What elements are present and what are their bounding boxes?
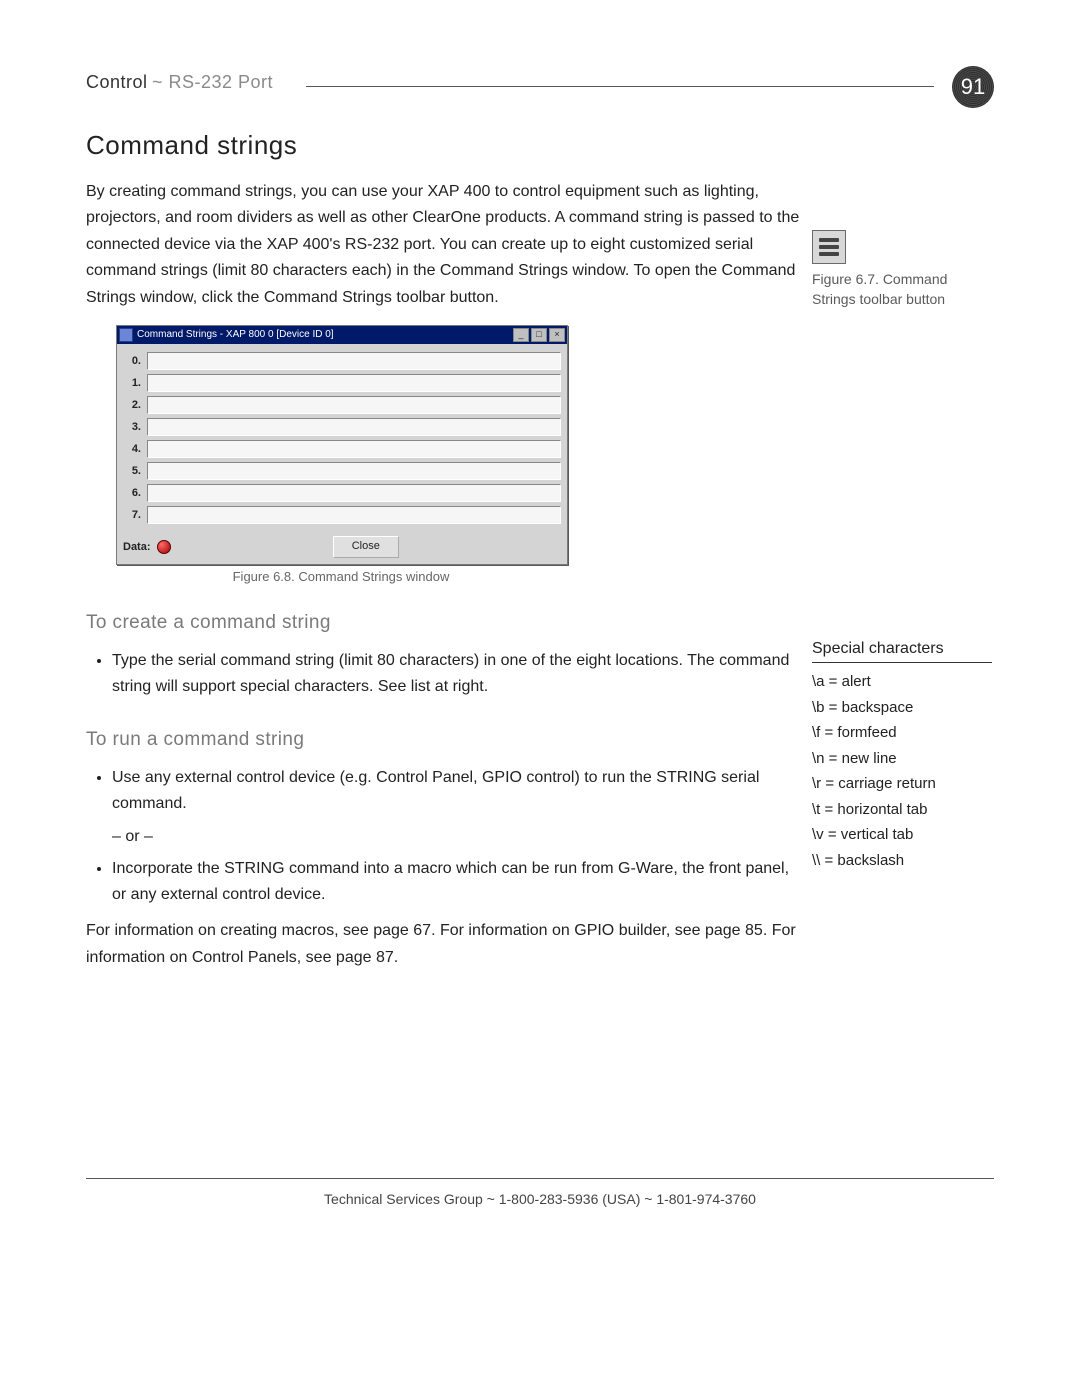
page-title: Command strings — [86, 130, 806, 161]
page-header: Control ~ RS-232 Port 91 — [86, 72, 994, 108]
header-rule — [306, 86, 934, 87]
command-row: 2. — [123, 396, 561, 414]
command-row: 5. — [123, 462, 561, 480]
command-row: 0. — [123, 352, 561, 370]
special-char-row: \t = horizontal tab — [812, 797, 992, 823]
command-row: 7. — [123, 506, 561, 524]
row-index: 3. — [123, 421, 141, 433]
data-led-icon — [157, 540, 171, 554]
window-minimize-icon[interactable]: _ — [513, 328, 529, 342]
command-row: 1. — [123, 374, 561, 392]
special-char-row: \n = new line — [812, 746, 992, 772]
window-title: Command Strings - XAP 800 0 [Device ID 0… — [137, 329, 513, 340]
command-input[interactable] — [147, 440, 561, 458]
row-index: 1. — [123, 377, 141, 389]
page-number-badge: 91 — [952, 66, 994, 108]
heading-run: To run a command string — [86, 729, 806, 751]
command-input[interactable] — [147, 396, 561, 414]
row-index: 7. — [123, 509, 141, 521]
row-index: 5. — [123, 465, 141, 477]
row-index: 6. — [123, 487, 141, 499]
figure-6-7-caption: Figure 6.7. Command Strings toolbar butt… — [812, 270, 992, 309]
command-input[interactable] — [147, 352, 561, 370]
special-char-row: \a = alert — [812, 669, 992, 695]
window-titlebar: Command Strings - XAP 800 0 [Device ID 0… — [117, 326, 567, 344]
outro-paragraph: For information on creating macros, see … — [86, 918, 806, 971]
command-input[interactable] — [147, 506, 561, 524]
breadcrumb-sub: RS-232 Port — [169, 72, 274, 92]
special-char-row: \r = carriage return — [812, 771, 992, 797]
special-char-row: \v = vertical tab — [812, 822, 992, 848]
row-index: 4. — [123, 443, 141, 455]
page-footer: Technical Services Group ~ 1-800-283-593… — [86, 1178, 994, 1207]
command-input[interactable] — [147, 484, 561, 502]
window-sys-icon — [119, 328, 133, 342]
special-char-row: \b = backspace — [812, 695, 992, 721]
command-row: 4. — [123, 440, 561, 458]
row-index: 2. — [123, 399, 141, 411]
or-separator: – or – — [112, 828, 806, 846]
figure-6-8-caption: Figure 6.8. Command Strings window — [116, 569, 566, 584]
command-input[interactable] — [147, 374, 561, 392]
special-char-row: \\ = backslash — [812, 848, 992, 874]
command-input[interactable] — [147, 418, 561, 436]
window-body: 0. 1. 2. 3. 4. 5. 6. 7. — [117, 344, 567, 530]
heading-create: To create a command string — [86, 612, 806, 634]
window-close-icon[interactable]: × — [549, 328, 565, 342]
close-button[interactable]: Close — [333, 536, 399, 558]
window-statusbar: Data: Close — [117, 530, 567, 564]
command-input[interactable] — [147, 462, 561, 480]
run-step-2: Incorporate the STRING command into a ma… — [112, 856, 806, 909]
figure-6-8: Command Strings - XAP 800 0 [Device ID 0… — [116, 325, 566, 584]
main-column: Command strings By creating command stri… — [86, 120, 806, 979]
run-step-1: Use any external control device (e.g. Co… — [112, 765, 806, 818]
command-row: 3. — [123, 418, 561, 436]
special-char-row: \f = formfeed — [812, 720, 992, 746]
intro-paragraph: By creating command strings, you can use… — [86, 179, 806, 311]
breadcrumb-sep: ~ — [152, 72, 169, 92]
breadcrumb-section: Control — [86, 72, 148, 92]
window-maximize-icon[interactable]: □ — [531, 328, 547, 342]
footer-text: Technical Services Group ~ 1-800-283-593… — [86, 1191, 994, 1207]
side-column-top: Figure 6.7. Command Strings toolbar butt… — [812, 230, 992, 309]
command-strings-window: Command Strings - XAP 800 0 [Device ID 0… — [116, 325, 568, 565]
command-strings-toolbar-icon — [812, 230, 846, 264]
special-characters-heading: Special characters — [812, 640, 992, 663]
row-index: 0. — [123, 355, 141, 367]
footer-rule — [86, 1178, 994, 1179]
create-step: Type the serial command string (limit 80… — [112, 648, 806, 701]
command-row: 6. — [123, 484, 561, 502]
data-led-label: Data: — [123, 541, 151, 553]
special-characters-panel: Special characters \a = alert \b = backs… — [812, 640, 992, 873]
